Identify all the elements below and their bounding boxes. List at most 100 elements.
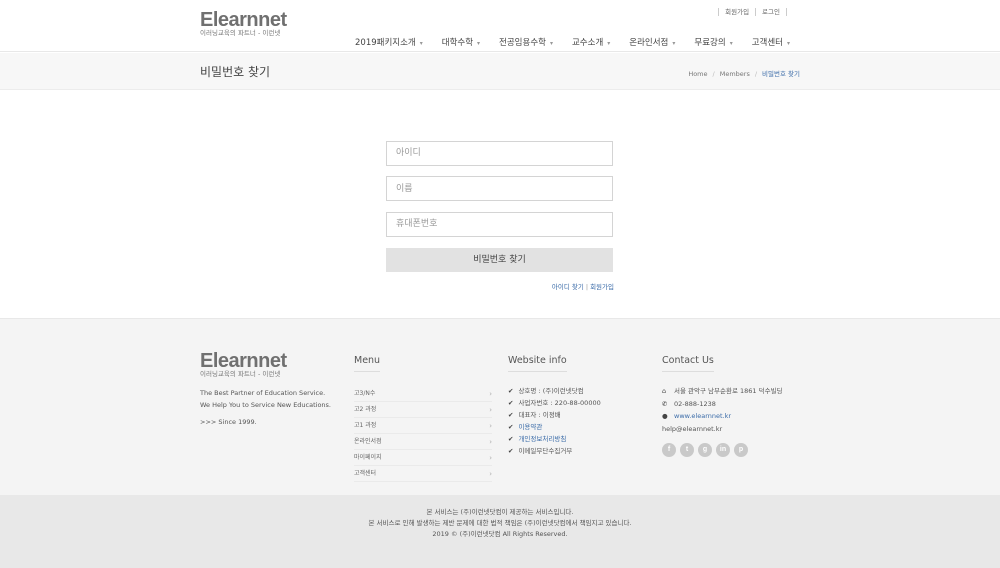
find-password-button[interactable]: 비밀번호 찾기 (386, 247, 613, 272)
menu-item-label: 고객센터 (354, 470, 377, 477)
footer-menu-item[interactable]: 고3/N수 › (354, 386, 492, 402)
check-icon: ✔ (508, 423, 514, 431)
check-icon: ✔ (508, 399, 514, 407)
footer-desc-line: The Best Partner of Education Service. (200, 389, 326, 397)
breadcrumb-separator: / (712, 70, 715, 78)
breadcrumb-home[interactable]: Home (688, 70, 707, 78)
signup-link-bottom[interactable]: 회원가입 (590, 283, 614, 291)
info-item: ✔ 사업자번호 : 220-88-00000 (508, 397, 601, 409)
breadcrumb-separator: / (754, 70, 758, 78)
contact-website[interactable]: ● www.elearnnet.kr (662, 410, 783, 423)
social-links: f t g in p (662, 443, 783, 457)
info-label: 대표자 : 이정배 (518, 411, 561, 419)
chevron-down-icon: ▾ (549, 40, 553, 47)
nav-item-university-math[interactable]: 대학수학 ▾ (442, 36, 480, 48)
menu-item-label: 고1 과정 (354, 422, 377, 429)
check-icon: ✔ (508, 435, 514, 443)
footer-menu-item[interactable]: 고1 과정 › (354, 418, 492, 434)
breadcrumb-current: 비밀번호 찾기 (762, 70, 800, 78)
chevron-down-icon: ▾ (607, 40, 611, 47)
phone-icon: ✆ (662, 399, 668, 408)
chevron-right-icon: › (489, 470, 492, 478)
terms-link[interactable]: ✔ 이용약관 (508, 421, 601, 433)
find-id-link[interactable]: 아이디 찾기 (552, 283, 584, 291)
signup-link[interactable]: 회원가입 (725, 8, 749, 16)
main-nav: 2019패키지소개 ▾ 대학수학 ▾ 전공임용수학 ▾ 교수소개 ▾ 온라인서점 ▾ 무료… (355, 36, 809, 48)
site-header: Elearnnet 이러닝교육의 파트너 - 이런넷 회원가입 로그인 2019패… (0, 0, 1000, 52)
footer-menu-item[interactable]: 온라인서점 › (354, 434, 492, 450)
footer-menu-item[interactable]: 고객센터 › (354, 466, 492, 482)
nav-item-free-lectures[interactable]: 무료강의 ▾ (694, 36, 732, 48)
footer-info-list: ✔ 상호명 : (주)이런넷닷컴 ✔ 사업자번호 : 220-88-00000 ✔ 대… (508, 385, 601, 457)
nav-label: 대학수학 (441, 38, 474, 48)
footer-menu-heading: Menu (354, 355, 381, 372)
pinterest-icon[interactable]: p (734, 443, 748, 457)
footer-logo[interactable]: Elearnnet 이러닝교육의 파트너 - 이런넷 (200, 350, 287, 378)
footer-contact-heading: Contact Us (662, 355, 714, 372)
globe-icon: ● (662, 412, 668, 420)
find-password-form: 비밀번호 찾기 (386, 140, 613, 272)
nav-label: 무료강의 (694, 38, 726, 48)
user-id-input[interactable] (386, 140, 613, 166)
footer-menu-list: 고3/N수 › 고2 과정 › 고1 과정 › 온라인서점 › 마이페이지 › 고객센터 › (354, 386, 492, 482)
chevron-right-icon: › (489, 406, 492, 414)
footer-contact-column: Contact Us ⌂ 서울 관악구 남부순환로 1861 덕수빌딩 ✆ 02-8… (662, 348, 783, 457)
info-item: ✔ 대표자 : 이정배 (508, 409, 601, 421)
nav-item-package[interactable]: 2019패키지소개 ▾ (355, 36, 423, 48)
nav-label: 고객센터 (751, 38, 783, 48)
info-label: 개인정보처리방침 (518, 435, 567, 443)
contact-email-text: help@elearnnet.kr (662, 424, 723, 433)
chevron-down-icon: ▾ (672, 40, 676, 47)
divider (755, 8, 757, 16)
copyright-text: 2019 © (주)이런넷닷컴 All Rights Reserved. (432, 530, 568, 538)
divider (786, 8, 787, 16)
nav-item-bookstore[interactable]: 온라인서점 ▾ (629, 36, 675, 48)
form-links: 아이디 찾기 | 회원가입 (552, 281, 614, 291)
contact-phone: ✆ 02-888-1238 (662, 398, 783, 411)
twitter-icon[interactable]: t (680, 443, 694, 457)
phone-input[interactable] (386, 211, 613, 237)
page-title-bar: 비밀번호 찾기 Home / Members / 비밀번호 찾기 (0, 53, 1000, 90)
check-icon: ✔ (508, 447, 514, 455)
info-item: ✔ 상호명 : (주)이런넷닷컴 (508, 385, 601, 397)
name-input[interactable] (386, 176, 613, 201)
google-plus-icon[interactable]: g (698, 443, 712, 457)
chevron-right-icon: › (489, 438, 492, 446)
nav-label: 전공임용수학 (499, 38, 546, 48)
footer-menu-column: Menu 고3/N수 › 고2 과정 › 고1 과정 › 온라인서점 › 마이페이지 › … (354, 348, 492, 482)
nav-label: 2019패키지소개 (355, 38, 416, 48)
menu-item-label: 고3/N수 (354, 390, 376, 397)
breadcrumb-members[interactable]: Members (720, 70, 750, 78)
chevron-down-icon: ▾ (729, 40, 733, 47)
liability-notice: 본 서비스로 인해 발생하는 제반 문제에 대한 법적 책임은 (주)이런넷닷컴… (368, 519, 632, 527)
copyright-bar: 본 서비스는 (주)이런넷닷컴이 제공하는 서비스입니다. 본 서비스로 인해 … (0, 495, 1000, 568)
contact-phone-text: 02-888-1238 (674, 399, 716, 408)
footer-since: >>> Since 1999. (200, 418, 257, 426)
nav-item-support[interactable]: 고객센터 ▾ (752, 36, 790, 48)
top-links: 회원가입 로그인 (712, 6, 793, 16)
contact-address: ⌂ 서울 관악구 남부순환로 1861 덕수빌딩 (662, 385, 783, 398)
footer-description: The Best Partner of Education Service. W… (200, 387, 331, 411)
nav-item-professors[interactable]: 교수소개 ▾ (572, 36, 610, 48)
service-notice: 본 서비스는 (주)이런넷닷컴이 제공하는 서비스입니다. (426, 508, 574, 516)
email-policy-link[interactable]: ✔ 이메일무단수집거부 (508, 445, 601, 457)
footer-contact-list: ⌂ 서울 관악구 남부순환로 1861 덕수빌딩 ✆ 02-888-1238 ● ww… (662, 385, 783, 435)
site-logo[interactable]: Elearnnet 이러닝교육의 파트너 - 이런넷 (200, 9, 287, 37)
check-icon: ✔ (508, 411, 514, 419)
info-label: 상호명 : (주)이런넷닷컴 (518, 387, 584, 395)
linkedin-icon[interactable]: in (716, 443, 730, 457)
chevron-down-icon: ▾ (477, 40, 481, 47)
nav-label: 교수소개 (571, 38, 604, 48)
login-link[interactable]: 로그인 (762, 8, 780, 16)
contact-website-text: www.elearnnet.kr (674, 412, 732, 420)
nav-item-teacher-math[interactable]: 전공임용수학 ▾ (499, 36, 553, 48)
contact-email[interactable]: help@elearnnet.kr (662, 423, 783, 436)
privacy-link[interactable]: ✔ 개인정보처리방침 (508, 433, 601, 445)
contact-address-text: 서울 관악구 남부순환로 1861 덕수빌딩 (674, 387, 783, 395)
footer-menu-item[interactable]: 마이페이지 › (354, 450, 492, 466)
page-title: 비밀번호 찾기 (200, 65, 271, 79)
chevron-right-icon: › (489, 422, 492, 430)
facebook-icon[interactable]: f (662, 443, 676, 457)
home-icon: ⌂ (662, 387, 667, 395)
footer-menu-item[interactable]: 고2 과정 › (354, 402, 492, 418)
